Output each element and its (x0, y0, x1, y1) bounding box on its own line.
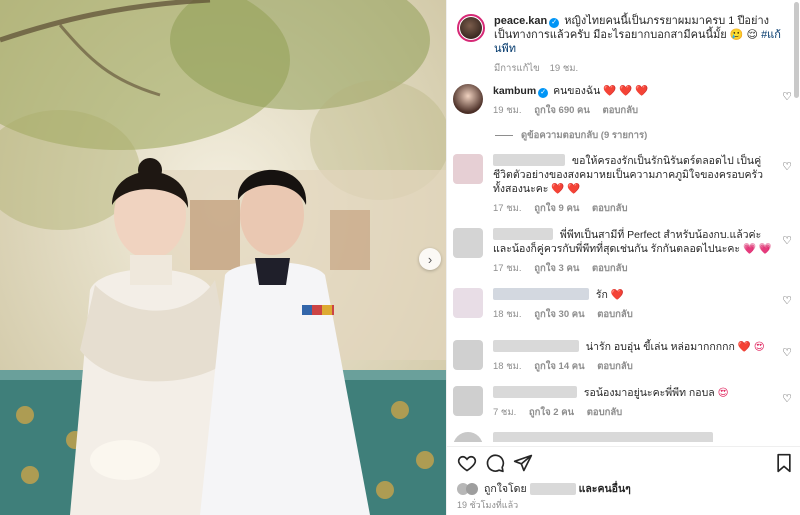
small-heart-icon[interactable]: ♡ (782, 392, 792, 405)
comment-likes[interactable]: ถูกใจ 9 คน (534, 203, 579, 214)
caption-username[interactable]: peace.kan (494, 15, 547, 27)
comment-hearts: 😍 (717, 387, 729, 399)
blurred-username (493, 228, 553, 240)
avatar[interactable] (453, 288, 483, 318)
view-replies-label: ดูข้อความตอบกลับ (9 รายการ) (521, 130, 648, 141)
small-heart-icon[interactable]: ♡ (782, 234, 792, 247)
comment-item: kambum ✓ คนของฉัน ❤️ ❤️ ❤️ 19 ชม. ถูกใจ 6… (447, 84, 792, 118)
comment-time: 19 ชม. (493, 105, 522, 116)
comment-text: รัก (595, 289, 608, 301)
verified-badge-icon: ✓ (538, 88, 549, 98)
comment-item: รัก ❤️ 18 ชม. ถูกใจ 30 คน ตอบกลับ ♡ (447, 288, 792, 322)
liker-avatar (466, 482, 478, 495)
wedding-photo-illustration (0, 0, 446, 515)
small-heart-icon[interactable]: ♡ (782, 90, 792, 103)
small-heart-icon[interactable]: ♡ (782, 294, 792, 307)
avatar[interactable] (453, 84, 483, 114)
comment-time: 17 ชม. (493, 263, 522, 274)
comment-hearts: ❤️ ❤️ ❤️ (603, 85, 649, 97)
comment-likes[interactable]: ถูกใจ 30 คน (534, 309, 584, 320)
comment-item-partial (447, 432, 792, 442)
caption-emoji: 🥲 😌 (729, 29, 758, 41)
blurred-username (493, 386, 577, 398)
comment-hearts: 💗 💗 (742, 243, 773, 255)
post-caption: peace.kan ✓ หญิงไทยคนนี้เป็นภรรยาผมมาครบ … (457, 14, 800, 76)
paper-plane-icon[interactable] (513, 453, 533, 473)
verified-badge-icon: ✓ (549, 18, 560, 28)
post-photo: › (0, 0, 446, 515)
comment-hearts: ❤️ (610, 289, 624, 301)
reply-button[interactable]: ตอบกลับ (592, 203, 628, 214)
comment-hearts: ❤️ ❤️ (551, 183, 581, 195)
comments-scroll-area[interactable]: peace.kan ✓ หญิงไทยคนนี้เป็นภรรยาผมมาครบ … (447, 0, 800, 442)
comment-time: 17 ชม. (493, 203, 522, 214)
comment-text: คนของฉัน (553, 85, 601, 97)
reply-button[interactable]: ตอบกลับ (603, 105, 639, 116)
small-heart-icon[interactable]: ♡ (782, 160, 792, 173)
small-heart-icon[interactable]: ♡ (782, 346, 792, 359)
post-detail-panel: peace.kan ✓ หญิงไทยคนนี้เป็นภรรยาผมมาครบ … (446, 0, 800, 515)
comment-item: ขอให้ครองรักเป็นรักนิรันดร์ตลอดไป เป็นคู… (447, 154, 792, 216)
post-time-ago[interactable]: 19 ชั่วโมงที่แล้ว (457, 498, 518, 512)
avatar[interactable] (457, 14, 485, 42)
reply-button[interactable]: ตอบกลับ (597, 361, 633, 372)
comment-text: รอน้องมาอยู่นะคะพี่พีท กอบล (583, 387, 715, 399)
post-actions-bar (447, 446, 800, 476)
bookmark-icon[interactable] (774, 453, 794, 473)
liked-by-prefix: ถูกใจโดย (484, 483, 527, 495)
comment-item: น่ารัก อบอุ่น ขี้เล่น หล่อมากกกกก ❤️ 😍 1… (447, 340, 792, 374)
blurred-username (529, 482, 576, 495)
avatar[interactable] (453, 228, 483, 258)
comment-item: รอน้องมาอยู่นะคะพี่พีท กอบล 😍 7 ชม. ถูกใ… (447, 386, 792, 420)
avatar[interactable] (453, 340, 483, 370)
blurred-username (493, 288, 589, 300)
edited-label: มีการแก้ไข (494, 63, 540, 74)
comment-time: 18 ชม. (493, 361, 522, 372)
comment-hearts: ❤️ 😍 (737, 341, 765, 353)
reply-button[interactable]: ตอบกลับ (587, 407, 623, 418)
reply-button[interactable]: ตอบกลับ (592, 263, 628, 274)
chevron-right-icon[interactable]: › (419, 248, 441, 270)
avatar[interactable] (453, 386, 483, 416)
blurred-username (493, 154, 565, 166)
comment-time: 18 ชม. (493, 309, 522, 320)
avatar[interactable] (453, 154, 483, 184)
blurred-comment (493, 432, 713, 442)
scrollbar[interactable] (792, 0, 800, 442)
avatar[interactable] (453, 432, 483, 442)
comment-time: 7 ชม. (493, 407, 517, 418)
comment-item: พี่พีทเป็นสามีที่ Perfect สำหรับน้องกบ.แ… (447, 228, 792, 276)
edited-time: 19 ชม. (549, 63, 579, 74)
heart-outline-icon[interactable] (457, 453, 477, 473)
reply-button[interactable]: ตอบกลับ (597, 309, 633, 320)
comment-username[interactable]: kambum (493, 85, 536, 97)
comment-likes[interactable]: ถูกใจ 14 คน (534, 361, 584, 372)
comment-bubble-icon[interactable] (485, 453, 505, 473)
scrollbar-thumb[interactable] (794, 2, 799, 98)
comment-likes[interactable]: ถูกใจ 2 คน (529, 407, 574, 418)
view-replies-button[interactable]: ดูข้อความตอบกลับ (9 รายการ) (495, 128, 800, 143)
blurred-username (493, 340, 579, 352)
comment-likes[interactable]: ถูกใจ 690 คน (534, 105, 590, 116)
comment-likes[interactable]: ถูกใจ 3 คน (534, 263, 579, 274)
liked-by[interactable]: ถูกใจโดย และคนอื่นๆ (457, 480, 631, 497)
comment-text: น่ารัก อบอุ่น ขี้เล่น หล่อมากกกกก (585, 341, 735, 353)
liked-by-suffix: และคนอื่นๆ (578, 483, 631, 495)
